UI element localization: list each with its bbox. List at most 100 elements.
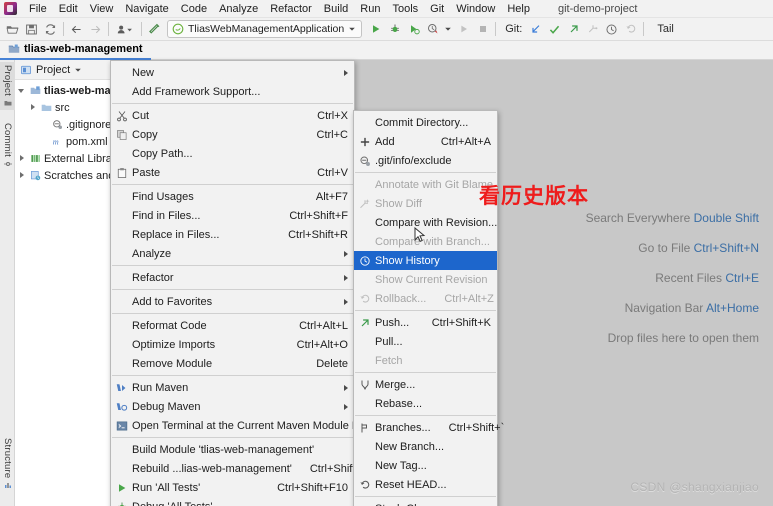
menu-item-replace-in-files[interactable]: Replace in Files... Ctrl+Shift+R bbox=[111, 225, 354, 244]
tree-twisty-closed-icon[interactable] bbox=[18, 171, 27, 180]
menu-item-optimize-imports[interactable]: Optimize Imports Ctrl+Alt+O bbox=[111, 335, 354, 354]
menu-item-shortcut: Alt+F7 bbox=[315, 190, 348, 203]
menu-item-find-in-files[interactable]: Find in Files... Ctrl+Shift+F bbox=[111, 206, 354, 225]
menu-separator bbox=[112, 375, 353, 376]
menu-item-copy[interactable]: Copy Ctrl+C bbox=[111, 125, 354, 144]
terminal-icon bbox=[115, 419, 129, 433]
history-clock-icon[interactable] bbox=[602, 20, 621, 39]
menu-item-add[interactable]: Add Ctrl+Alt+A bbox=[354, 132, 497, 151]
menu-item-rebase[interactable]: Rebase... bbox=[354, 394, 497, 413]
menu-bar-item-navigate[interactable]: Navigate bbox=[119, 0, 174, 18]
submenu-arrow-icon bbox=[344, 274, 348, 281]
dropdown-icon[interactable] bbox=[442, 20, 454, 39]
debug-green-icon bbox=[115, 500, 129, 506]
tree-twisty-open-icon[interactable] bbox=[18, 86, 27, 95]
scratches-icon bbox=[30, 170, 41, 181]
intellij-window: File Edit View Navigate Code Analyze Refactor B… bbox=[0, 0, 773, 506]
push-icon[interactable] bbox=[564, 20, 583, 39]
sync-refresh-icon[interactable] bbox=[41, 20, 60, 39]
git-toolbar-label: Git: bbox=[505, 23, 523, 35]
menu-icon-placeholder bbox=[358, 354, 372, 368]
menu-bar-item-tools[interactable]: Tools bbox=[386, 0, 424, 18]
module-folder-icon bbox=[30, 85, 41, 96]
menu-item-remove-module[interactable]: Remove Module Delete bbox=[111, 354, 354, 373]
editor-hint-drop-files: Drop files here to open them bbox=[607, 331, 759, 345]
left-tool-stripe: Project Commit Structure bbox=[0, 60, 15, 506]
maven-pom-icon: m bbox=[52, 136, 63, 147]
open-folder-icon[interactable] bbox=[3, 20, 22, 39]
menu-item-fetch: Fetch bbox=[354, 351, 497, 370]
commit-check-icon[interactable] bbox=[545, 20, 564, 39]
editor-hint-text: Recent Files bbox=[655, 271, 722, 285]
menu-item-commit-directory[interactable]: Commit Directory... bbox=[354, 113, 497, 132]
run-icon[interactable] bbox=[366, 20, 385, 39]
menu-item-new[interactable]: New bbox=[111, 63, 354, 82]
build-hammer-icon[interactable] bbox=[145, 20, 164, 39]
menu-item-open-terminal-at-the-current-maven-module-path[interactable]: Open Terminal at the Current Maven Modul… bbox=[111, 416, 375, 435]
menu-bar-item-run[interactable]: Run bbox=[354, 0, 386, 18]
menu-item-label: Run Maven bbox=[132, 381, 189, 394]
menu-item-label: Refactor bbox=[132, 271, 174, 284]
menu-item-push[interactable]: Push... Ctrl+Shift+K bbox=[354, 313, 497, 332]
menu-bar-item-git[interactable]: Git bbox=[424, 0, 450, 18]
profiler-icon[interactable] bbox=[423, 20, 442, 39]
menu-item-new-tag[interactable]: New Tag... bbox=[354, 456, 497, 475]
menu-item-debug-all-tests[interactable]: Debug 'All Tests' bbox=[111, 497, 354, 506]
menu-item-analyze[interactable]: Analyze bbox=[111, 244, 354, 263]
menu-item-paste[interactable]: Paste Ctrl+V bbox=[111, 163, 354, 182]
menu-item-run-maven[interactable]: Run Maven bbox=[111, 378, 354, 397]
menu-bar-item-build[interactable]: Build bbox=[318, 0, 354, 18]
update-project-icon[interactable] bbox=[526, 20, 545, 39]
sidebar-item-structure[interactable]: Structure bbox=[0, 435, 15, 492]
menu-item-build-module-tlias-web-management[interactable]: Build Module 'tlias-web-management' bbox=[111, 440, 354, 459]
tail-button[interactable]: Tail bbox=[651, 22, 680, 36]
menu-bar-item-refactor[interactable]: Refactor bbox=[264, 0, 318, 18]
menu-item-new-branch[interactable]: New Branch... bbox=[354, 437, 497, 456]
sidebar-item-commit[interactable]: Commit bbox=[0, 120, 15, 171]
menu-item-run-all-tests[interactable]: Run 'All Tests' Ctrl+Shift+F10 bbox=[111, 478, 354, 497]
menu-item-label: Rebase... bbox=[375, 397, 423, 410]
menu-bar-item-edit[interactable]: Edit bbox=[53, 0, 84, 18]
menu-bar-item-analyze[interactable]: Analyze bbox=[213, 0, 264, 18]
run-configuration-selector[interactable]: TliasWebManagementApplication bbox=[167, 20, 363, 38]
menu-item-merge[interactable]: Merge... bbox=[354, 375, 497, 394]
editor-tab-active[interactable]: tlias-web-management bbox=[0, 40, 151, 60]
run-with-coverage-icon[interactable] bbox=[404, 20, 423, 39]
menu-separator bbox=[112, 289, 353, 290]
sidebar-item-project[interactable]: Project bbox=[0, 62, 15, 110]
menu-item-show-history[interactable]: Show History bbox=[354, 251, 497, 270]
menu-item-find-usages[interactable]: Find Usages Alt+F7 bbox=[111, 187, 354, 206]
submenu-arrow-icon bbox=[344, 298, 348, 305]
debug-icon[interactable] bbox=[385, 20, 404, 39]
menu-item-label: Stash Changes... bbox=[375, 503, 491, 506]
menu-item-cut[interactable]: Cut Ctrl+X bbox=[111, 106, 354, 125]
menu-item-rebuild-lias-web-management[interactable]: Rebuild ...lias-web-management' Ctrl+Shif… bbox=[111, 459, 375, 478]
menu-item-stash-changes[interactable]: Stash Changes... bbox=[354, 499, 497, 506]
menu-item-refactor[interactable]: Refactor bbox=[111, 268, 354, 287]
menu-item-debug-maven[interactable]: Debug Maven bbox=[111, 397, 354, 416]
module-icon bbox=[8, 44, 20, 53]
menu-bar-item-window[interactable]: Window bbox=[450, 0, 501, 18]
menu-item-shortcut: Ctrl+C bbox=[316, 128, 348, 141]
menu-item-reset-head[interactable]: Reset HEAD... bbox=[354, 475, 497, 494]
tree-twisty-closed-icon[interactable] bbox=[18, 154, 27, 163]
maven-run-icon bbox=[115, 381, 129, 395]
menu-bar-item-code[interactable]: Code bbox=[175, 0, 213, 18]
menu-item-git-info-exclude[interactable]: .git/info/exclude bbox=[354, 151, 497, 170]
back-arrow-icon[interactable] bbox=[67, 20, 86, 39]
save-all-icon[interactable] bbox=[22, 20, 41, 39]
menu-item-add-to-favorites[interactable]: Add to Favorites bbox=[111, 292, 354, 311]
menu-item-reformat-code[interactable]: Reformat Code Ctrl+Alt+L bbox=[111, 316, 354, 335]
editor-hint-text: Navigation Bar bbox=[624, 301, 704, 315]
menu-bar-item-view[interactable]: View bbox=[84, 0, 120, 18]
tree-twisty-closed-icon[interactable] bbox=[29, 103, 38, 112]
menu-item-branches[interactable]: Branches... Ctrl+Shift+` bbox=[354, 418, 504, 437]
menu-bar-item-help[interactable]: Help bbox=[501, 0, 536, 18]
menu-item-pull[interactable]: Pull... bbox=[354, 332, 497, 351]
tree-item-label: pom.xml bbox=[66, 135, 108, 148]
menu-item-copy-path[interactable]: Copy Path... bbox=[111, 144, 354, 163]
profile-dropdown-icon[interactable] bbox=[112, 20, 138, 39]
menu-bar-item-file[interactable]: File bbox=[23, 0, 53, 18]
menu-item-label: Find in Files... bbox=[132, 209, 201, 222]
menu-item-add-framework-support[interactable]: Add Framework Support... bbox=[111, 82, 354, 101]
